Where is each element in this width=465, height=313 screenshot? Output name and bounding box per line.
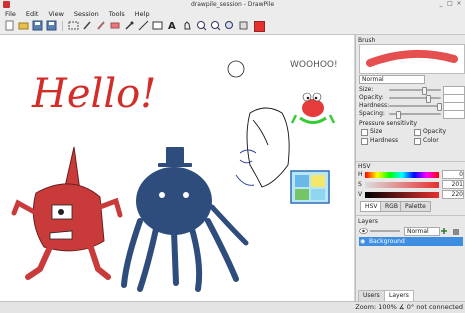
eraser-icon[interactable] <box>110 20 121 31</box>
tab-palette[interactable]: Palette <box>400 201 431 212</box>
slider-row-hardness: Hardness: <box>359 102 465 111</box>
menu-tools[interactable]: Tools <box>104 9 130 18</box>
frog-drawing <box>290 92 336 124</box>
open-folder-icon[interactable] <box>18 20 29 31</box>
woohoo-text: WOOHOO! <box>290 60 338 70</box>
save-icon[interactable] <box>32 20 43 31</box>
menu-help[interactable]: Help <box>130 9 155 18</box>
hand-tool-icon[interactable] <box>182 20 193 31</box>
menu-session[interactable]: Session <box>69 9 104 18</box>
svg-text:A: A <box>168 21 176 31</box>
eye-icon[interactable] <box>359 227 368 235</box>
slider-row-size: Size: <box>359 86 465 95</box>
color-picker-icon[interactable] <box>124 20 135 31</box>
layers-panel-title: Layers <box>358 218 378 225</box>
hello-text: Hello! <box>31 71 156 117</box>
close-icon[interactable]: × <box>456 1 462 7</box>
slider-row-opacity: Opacity: <box>359 94 465 103</box>
hue-slider[interactable] <box>365 172 439 178</box>
rotate-icon[interactable] <box>238 20 249 31</box>
maximize-icon[interactable]: □ <box>447 1 453 7</box>
brush-panel-title: Brush <box>358 37 376 44</box>
add-layer-icon[interactable] <box>440 227 448 235</box>
layer-list-item[interactable]: ◉ Background <box>359 237 463 246</box>
layer-opacity-slider[interactable] <box>370 230 400 232</box>
pressure-title: Pressure sensitivity <box>359 120 418 127</box>
spacing-spinbox[interactable] <box>443 110 465 119</box>
window-drawing <box>290 170 330 204</box>
zoom-out-icon[interactable] <box>210 20 221 31</box>
brush-preview <box>359 44 465 74</box>
hardness-slider[interactable] <box>389 103 442 111</box>
opacity-slider[interactable] <box>389 95 441 103</box>
menu-file[interactable]: File <box>0 9 21 18</box>
pen-icon[interactable] <box>82 20 93 31</box>
brush-icon[interactable] <box>96 20 107 31</box>
save-as-icon[interactable] <box>46 20 57 31</box>
new-file-icon[interactable] <box>4 20 15 31</box>
dock-panel: Brush Normal Size: Opacity: Hardness: Sp… <box>355 35 465 302</box>
layer-mode-select[interactable]: Normal <box>404 227 440 236</box>
zoom-fit-icon[interactable] <box>224 20 235 31</box>
window-title: drawpile_session - DrawPile <box>190 1 275 8</box>
size-slider[interactable] <box>389 87 441 95</box>
layer-name: Background <box>369 238 405 245</box>
pressure-color-checkbox[interactable] <box>414 138 421 145</box>
pressure-hardness-checkbox[interactable] <box>361 138 368 145</box>
saturation-slider[interactable] <box>365 182 439 188</box>
toolbar: A <box>0 18 465 35</box>
face-drawing <box>235 107 290 188</box>
status-bar: Zoom: 100% ∡ 0° not connected <box>0 301 465 313</box>
text-tool-icon[interactable]: A <box>166 20 177 31</box>
select-rect-icon[interactable] <box>68 20 79 31</box>
minimize-icon[interactable]: _ <box>438 1 444 7</box>
menu-bar: File Edit View Session Tools Help <box>0 9 465 18</box>
drawing-canvas[interactable]: Hello! WOOHOO! <box>0 35 354 301</box>
menu-edit[interactable]: Edit <box>21 9 44 18</box>
value-spinbox[interactable]: 220 <box>442 190 464 199</box>
menu-view[interactable]: View <box>43 9 68 18</box>
value-slider[interactable] <box>365 192 439 198</box>
rectangle-tool-icon[interactable] <box>152 20 163 31</box>
line-tool-icon[interactable] <box>138 20 149 31</box>
spacing-slider[interactable] <box>389 111 441 119</box>
red-monster-drawing <box>11 146 123 280</box>
saturation-spinbox[interactable]: 201 <box>442 180 464 189</box>
hue-spinbox[interactable]: 0 <box>442 170 464 179</box>
delete-layer-icon[interactable] <box>452 227 460 235</box>
status-text: Zoom: 100% ∡ 0° not connected <box>355 303 463 311</box>
slider-row-spacing: Spacing: <box>359 110 465 119</box>
brush-cursor <box>227 60 245 78</box>
zoom-in-icon[interactable] <box>196 20 207 31</box>
blend-mode-select[interactable]: Normal <box>359 75 425 84</box>
pressure-opacity-checkbox[interactable] <box>414 129 421 136</box>
layer-visibility-icon[interactable]: ◉ <box>360 237 365 246</box>
hsv-panel-title: HSV <box>358 163 371 170</box>
foreground-color-swatch[interactable] <box>254 21 265 32</box>
pressure-size-checkbox[interactable] <box>361 129 368 136</box>
blue-octopus-drawing <box>121 147 249 292</box>
